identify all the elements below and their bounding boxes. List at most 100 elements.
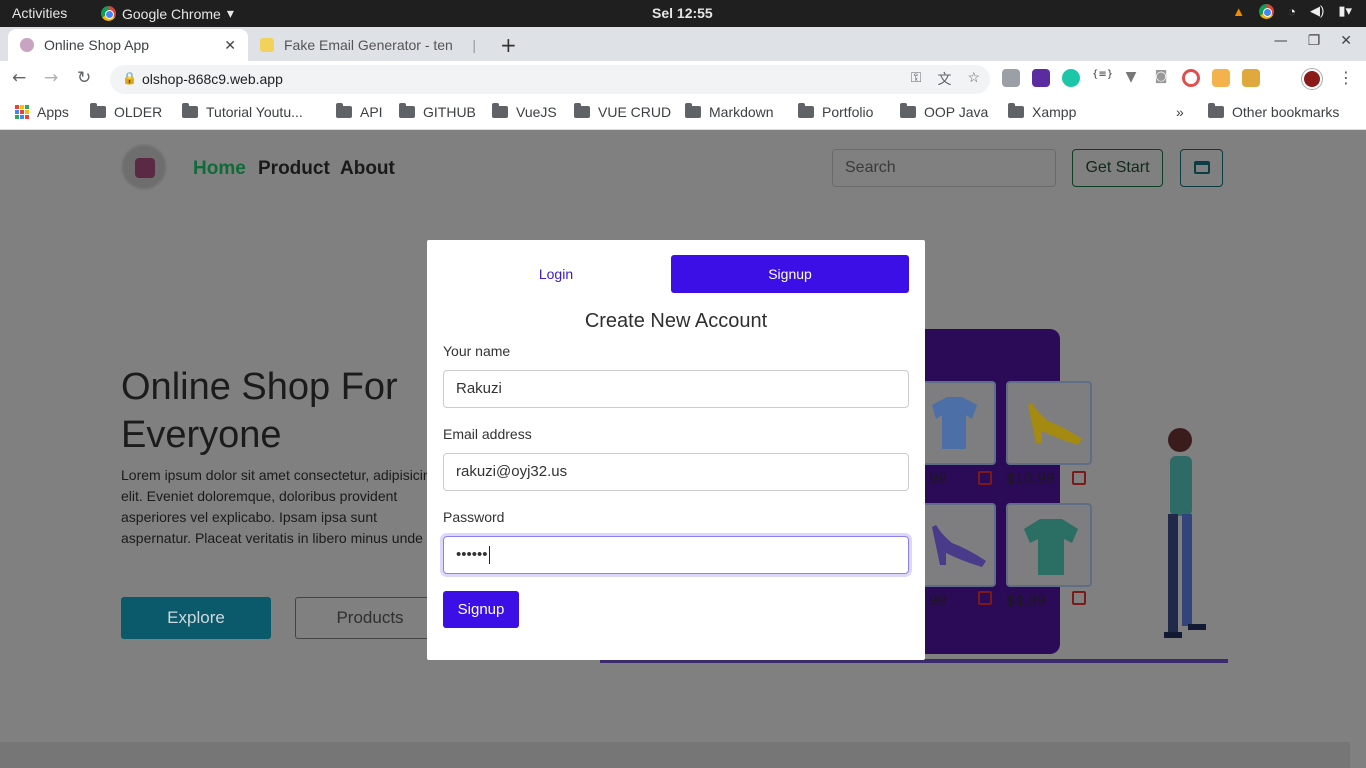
bookmark-label: Apps bbox=[37, 104, 69, 120]
window-controls: — ❐ ✕ bbox=[1274, 33, 1352, 49]
password-value: •••••• bbox=[456, 546, 488, 563]
product-card-tshirt bbox=[1006, 503, 1092, 587]
clock[interactable]: Sel 12:55 bbox=[652, 5, 713, 21]
bookmark-folder[interactable]: GITHUB bbox=[399, 103, 476, 120]
extension-icon[interactable] bbox=[1032, 69, 1050, 87]
close-window-icon[interactable]: ✕ bbox=[1340, 33, 1352, 49]
bookmark-folder[interactable]: Xampp bbox=[1008, 103, 1076, 120]
bookmark-label: VUE CRUD bbox=[598, 104, 672, 120]
extensions: {≡} ▼ ◙ bbox=[1002, 69, 1260, 87]
extension-icon[interactable] bbox=[1002, 69, 1020, 87]
shop-logo[interactable] bbox=[121, 144, 167, 190]
folder-icon bbox=[336, 103, 352, 118]
text-caret bbox=[488, 546, 490, 565]
nav-about[interactable]: About bbox=[340, 158, 395, 180]
apps-icon bbox=[15, 105, 29, 119]
nav-home[interactable]: Home bbox=[193, 158, 246, 180]
explore-button[interactable]: Explore bbox=[121, 597, 271, 639]
bag-icon bbox=[1072, 591, 1086, 605]
more-bookmarks-button[interactable]: » bbox=[1176, 104, 1184, 120]
key-icon[interactable]: ⚿ bbox=[911, 69, 922, 89]
vue-devtools-icon[interactable]: ▼ bbox=[1122, 69, 1140, 87]
bookmark-folder[interactable]: VUE CRUD bbox=[574, 103, 672, 120]
bookmark-label: VueJS bbox=[516, 104, 557, 120]
translate-icon[interactable]: 文 bbox=[937, 69, 951, 89]
modal-title: Create New Account bbox=[584, 310, 768, 332]
bookmark-folder[interactable]: OOP Java bbox=[900, 103, 988, 120]
bookmark-folder[interactable]: Portfolio bbox=[798, 103, 873, 120]
restore-icon[interactable]: ❐ bbox=[1308, 33, 1321, 49]
folder-icon bbox=[900, 103, 916, 118]
email-input[interactable]: rakuzi@oyj32.us bbox=[443, 453, 909, 491]
bag-icon bbox=[978, 591, 992, 605]
close-icon[interactable]: ✕ bbox=[224, 37, 236, 54]
other-bookmarks[interactable]: Other bookmarks bbox=[1208, 103, 1340, 120]
chevron-down-icon: ▾ bbox=[226, 5, 234, 21]
search-input[interactable]: Search bbox=[832, 149, 1056, 187]
shop-favicon-icon bbox=[20, 38, 34, 52]
color-picker-icon[interactable] bbox=[1212, 69, 1230, 87]
folder-icon bbox=[90, 103, 106, 118]
folder-icon bbox=[492, 103, 508, 118]
app-menu[interactable]: Google Chrome ▾ bbox=[101, 5, 234, 22]
menu-icon[interactable]: ⋮ bbox=[1338, 68, 1354, 87]
back-icon[interactable]: ← bbox=[12, 68, 26, 88]
product-card-heel bbox=[1006, 381, 1092, 465]
avatar[interactable] bbox=[1302, 69, 1322, 89]
page-footer bbox=[0, 742, 1350, 768]
browser-toolbar: ← → ↻ 🔒 olshop-868c9.web.app ⚿ 文 ☆ {≡} ▼… bbox=[0, 61, 1366, 97]
address-bar[interactable]: 🔒 olshop-868c9.web.app ⚿ 文 ☆ bbox=[110, 65, 990, 94]
password-input[interactable]: •••••• bbox=[443, 536, 909, 574]
chrome-tray-icon[interactable] bbox=[1259, 3, 1275, 19]
tab-online-shop[interactable]: Online Shop App ✕ bbox=[8, 29, 248, 61]
new-tab-button[interactable]: + bbox=[500, 33, 517, 57]
extension-icon[interactable] bbox=[1062, 69, 1080, 87]
tab-login[interactable]: Login bbox=[443, 255, 669, 293]
extension-icon[interactable] bbox=[1242, 69, 1260, 87]
vlc-icon[interactable]: ▲ bbox=[1232, 4, 1245, 19]
bookmarks-bar: Apps OLDER Tutorial Youtu... API GITHUB … bbox=[0, 97, 1366, 130]
shopper-illustration bbox=[1164, 428, 1206, 638]
nav-product[interactable]: Product bbox=[258, 158, 330, 180]
products-button[interactable]: Products bbox=[295, 597, 445, 639]
bookmark-folder[interactable]: API bbox=[336, 103, 383, 120]
star-icon[interactable]: ☆ bbox=[967, 69, 980, 89]
tab-divider: | bbox=[472, 37, 476, 53]
bookmark-folder[interactable]: Tutorial Youtu... bbox=[182, 103, 303, 120]
bookmark-folder[interactable]: VueJS bbox=[492, 103, 557, 120]
folder-icon bbox=[798, 103, 814, 118]
get-start-button[interactable]: Get Start bbox=[1072, 149, 1163, 187]
minimize-icon[interactable]: — bbox=[1274, 33, 1288, 49]
reload-icon[interactable]: ↻ bbox=[77, 68, 91, 88]
price-label: $4.99 bbox=[1006, 593, 1047, 609]
extension-icon[interactable] bbox=[1182, 69, 1200, 87]
bookmark-folder[interactable]: Markdown bbox=[685, 103, 774, 120]
camera-icon[interactable]: ◙ bbox=[1152, 69, 1170, 87]
bookmark-label: API bbox=[360, 104, 383, 120]
cart-button[interactable] bbox=[1180, 149, 1223, 187]
activities-button[interactable]: Activities bbox=[12, 5, 67, 21]
signup-submit-button[interactable]: Signup bbox=[443, 591, 519, 628]
lock-icon[interactable]: 🔒 bbox=[122, 71, 137, 85]
system-tray[interactable]: ▲ ◔ ◀) ▮▾ bbox=[1232, 3, 1352, 19]
bookmark-apps[interactable]: Apps bbox=[15, 104, 69, 120]
name-input[interactable]: Rakuzi bbox=[443, 370, 909, 408]
forward-icon[interactable]: → bbox=[44, 68, 58, 88]
tab-fake-email[interactable]: Fake Email Generator - ten | bbox=[248, 29, 488, 61]
hero-title: Online Shop For Everyone bbox=[121, 366, 398, 456]
url-text[interactable]: olshop-868c9.web.app bbox=[142, 71, 283, 87]
bookmark-folder[interactable]: OLDER bbox=[90, 103, 162, 120]
battery-icon: ▮▾ bbox=[1338, 3, 1352, 18]
tab-signup[interactable]: Signup bbox=[671, 255, 909, 293]
folder-icon bbox=[1008, 103, 1024, 118]
json-icon[interactable]: {≡} bbox=[1092, 69, 1113, 87]
heel-icon bbox=[1028, 403, 1082, 445]
email-favicon-icon bbox=[260, 38, 274, 52]
app-name: Google Chrome bbox=[122, 5, 221, 22]
bag-icon bbox=[1072, 471, 1086, 485]
bookmark-label: Other bookmarks bbox=[1232, 104, 1340, 120]
system-top-bar: Activities Google Chrome ▾ Sel 12:55 ▲ ◔… bbox=[0, 0, 1366, 27]
cart-icon bbox=[1194, 161, 1210, 174]
bag-icon bbox=[978, 471, 992, 485]
folder-icon bbox=[574, 103, 590, 118]
